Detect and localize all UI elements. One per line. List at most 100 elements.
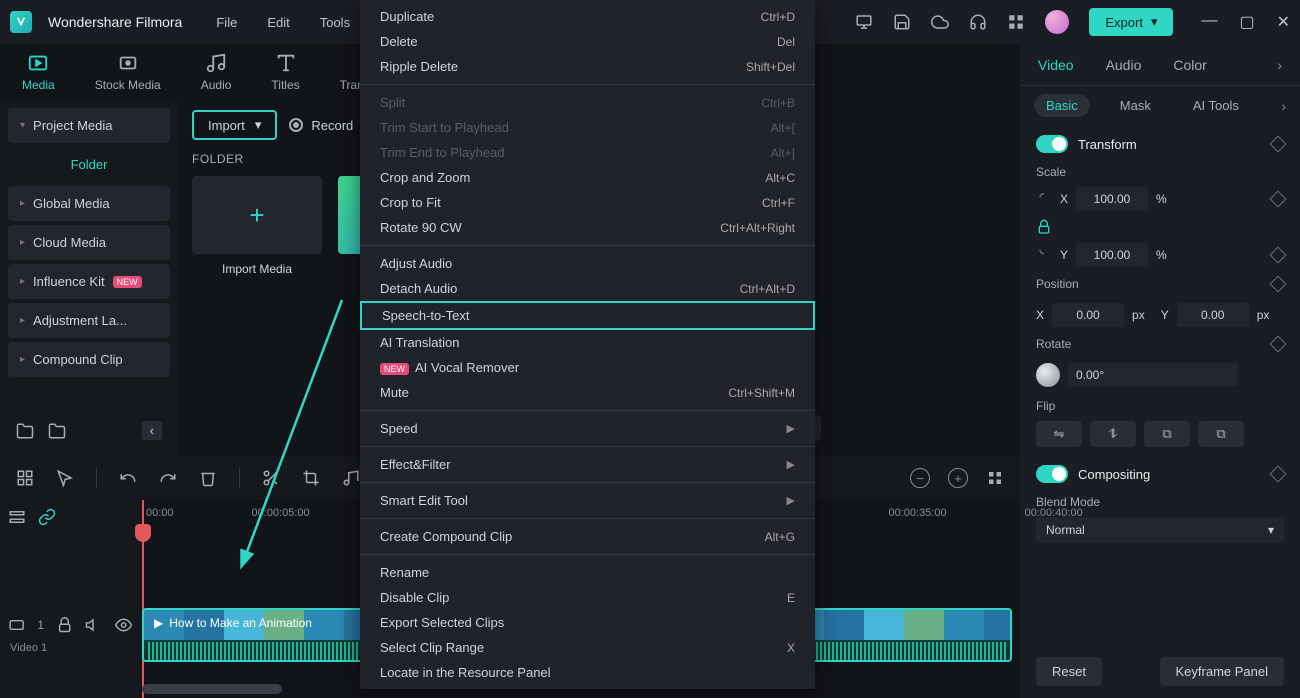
chevron-right-icon[interactable]: › — [1277, 57, 1282, 73]
minimize-button[interactable]: — — [1201, 12, 1217, 32]
headphones-icon[interactable] — [969, 13, 987, 31]
context-menu-item[interactable]: NEWAI Vocal Remover — [360, 355, 815, 380]
rp-subtab-aitools[interactable]: AI Tools — [1181, 94, 1251, 117]
flip-copy1-button[interactable]: ⧉ — [1144, 421, 1190, 447]
context-menu-item[interactable]: Speed▶ — [360, 416, 815, 441]
context-menu-item[interactable]: AI Translation — [360, 330, 815, 355]
keyframe-diamond-icon[interactable] — [1270, 276, 1287, 293]
context-menu-item[interactable]: Detach AudioCtrl+Alt+D — [360, 276, 815, 301]
import-button[interactable]: Import▾ — [192, 110, 277, 140]
save-icon[interactable] — [893, 13, 911, 31]
tab-stock-media[interactable]: Stock Media — [95, 52, 161, 92]
delete-icon[interactable] — [199, 469, 217, 487]
rotate-input[interactable] — [1068, 363, 1238, 387]
keyframe-diamond-icon[interactable] — [1270, 247, 1287, 264]
context-menu-item[interactable]: MuteCtrl+Shift+M — [360, 380, 815, 405]
cloud-icon[interactable] — [931, 13, 949, 31]
transform-toggle[interactable] — [1036, 135, 1068, 153]
context-menu-item[interactable]: Adjust Audio — [360, 251, 815, 276]
cursor-icon[interactable] — [56, 469, 74, 487]
context-menu-item[interactable]: Select Clip RangeX — [360, 635, 815, 660]
import-media-thumb[interactable]: + Import Media — [192, 176, 322, 276]
context-menu-item[interactable]: Export Selected Clips — [360, 610, 815, 635]
sidebar-item-influence-kit[interactable]: ▸Influence KitNEW — [8, 264, 170, 299]
app-logo — [10, 11, 32, 33]
keyframe-panel-button[interactable]: Keyframe Panel — [1160, 657, 1285, 686]
mute-icon[interactable] — [85, 616, 102, 634]
context-menu-item[interactable]: Smart Edit Tool▶ — [360, 488, 815, 513]
tab-media[interactable]: Media — [22, 52, 55, 92]
rp-subtab-mask[interactable]: Mask — [1108, 94, 1163, 117]
context-menu-item[interactable]: Crop and ZoomAlt+C — [360, 165, 815, 190]
sidebar-item-global-media[interactable]: ▸Global Media — [8, 186, 170, 221]
close-button[interactable]: ✕ — [1277, 12, 1290, 32]
tracks-icon[interactable] — [8, 508, 26, 526]
keyframe-diamond-icon[interactable] — [1270, 336, 1287, 353]
timeline-scrollbar[interactable] — [142, 684, 282, 694]
collapse-sidebar-button[interactable]: ‹ — [142, 421, 162, 440]
chevron-down-icon: ▾ — [1151, 14, 1158, 30]
sidebar-item-folder[interactable]: Folder — [8, 147, 170, 182]
rp-tab-audio[interactable]: Audio — [1106, 57, 1142, 73]
sidebar-item-cloud-media[interactable]: ▸Cloud Media — [8, 225, 170, 260]
context-menu-item[interactable]: Disable ClipE — [360, 585, 815, 610]
flip-copy2-button[interactable]: ⧉ — [1198, 421, 1244, 447]
maximize-button[interactable]: ▢ — [1239, 12, 1254, 32]
keyframe-diamond-icon[interactable] — [1270, 136, 1287, 153]
context-menu-item[interactable]: Rotate 90 CWCtrl+Alt+Right — [360, 215, 815, 240]
context-menu-item[interactable]: Create Compound ClipAlt+G — [360, 524, 815, 549]
scale-y-input[interactable] — [1076, 243, 1148, 267]
record-button[interactable]: Record▾ — [289, 117, 367, 133]
redo-icon[interactable] — [159, 469, 177, 487]
context-menu-item: SplitCtrl+B — [360, 90, 815, 115]
scale-x-input[interactable] — [1076, 187, 1148, 211]
sidebar-item-compound-clip[interactable]: ▸Compound Clip — [8, 342, 170, 377]
pos-x-input[interactable] — [1052, 303, 1124, 327]
zoom-out-button[interactable]: − — [910, 468, 930, 488]
context-menu-item[interactable]: Locate in the Resource Panel — [360, 660, 815, 685]
menu-file[interactable]: File — [216, 15, 237, 30]
pos-y-input[interactable] — [1177, 303, 1249, 327]
context-menu-item[interactable]: Ripple DeleteShift+Del — [360, 54, 815, 79]
lock-icon[interactable] — [1036, 219, 1052, 235]
tab-audio[interactable]: Audio — [201, 52, 232, 92]
menu-tools[interactable]: Tools — [320, 15, 350, 30]
context-menu-item: Trim End to PlayheadAlt+] — [360, 140, 815, 165]
rp-tab-color[interactable]: Color — [1173, 57, 1206, 73]
apps-icon[interactable] — [1007, 13, 1025, 31]
context-menu-item[interactable]: Effect&Filter▶ — [360, 452, 815, 477]
context-menu-item[interactable]: Crop to FitCtrl+F — [360, 190, 815, 215]
link-icon[interactable] — [38, 508, 56, 526]
context-menu-item[interactable]: DeleteDel — [360, 29, 815, 54]
compositing-toggle[interactable] — [1036, 465, 1068, 483]
rp-subtab-basic[interactable]: Basic — [1034, 94, 1090, 117]
context-menu-item[interactable]: DuplicateCtrl+D — [360, 4, 815, 29]
monitor-icon[interactable] — [855, 13, 873, 31]
grid-icon[interactable] — [16, 469, 34, 487]
sidebar-item-project-media[interactable]: ▾Project Media — [8, 108, 170, 143]
flip-vertical-button[interactable]: ⥮ — [1090, 421, 1136, 447]
new-folder-icon[interactable] — [16, 422, 34, 440]
context-menu-item[interactable]: Speech-to-Text — [360, 301, 815, 330]
menu-edit[interactable]: Edit — [267, 15, 289, 30]
keyframe-diamond-icon[interactable] — [1270, 466, 1287, 483]
sidebar-item-adjustment-layer[interactable]: ▸Adjustment La... — [8, 303, 170, 338]
rp-tab-video[interactable]: Video — [1038, 57, 1074, 73]
playhead[interactable] — [142, 500, 144, 698]
undo-icon[interactable] — [119, 469, 137, 487]
rotate-dial[interactable] — [1036, 363, 1060, 387]
chevron-right-icon[interactable]: › — [1281, 98, 1286, 114]
eye-icon[interactable] — [115, 616, 132, 634]
lock-icon[interactable] — [56, 616, 73, 634]
export-button[interactable]: Export ▾ — [1089, 8, 1173, 36]
video-track-icon[interactable] — [8, 616, 25, 634]
avatar[interactable] — [1045, 10, 1069, 34]
keyframe-diamond-icon[interactable] — [1270, 191, 1287, 208]
export-label: Export — [1105, 15, 1143, 30]
zoom-in-button[interactable]: + — [948, 468, 968, 488]
folder-icon[interactable] — [48, 422, 66, 440]
view-mode-icon[interactable] — [986, 469, 1004, 487]
flip-horizontal-button[interactable]: ⇋ — [1036, 421, 1082, 447]
context-menu-item[interactable]: Rename — [360, 560, 815, 585]
tab-titles[interactable]: Titles — [271, 52, 299, 92]
